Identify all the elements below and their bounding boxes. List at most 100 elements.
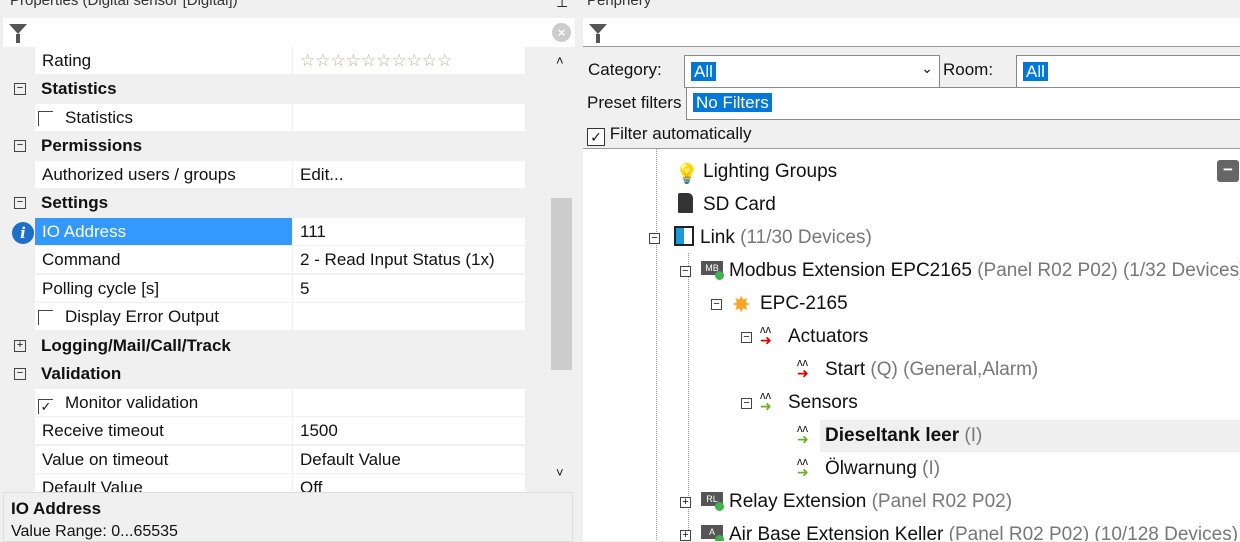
polling-value[interactable]: 5 [293, 275, 525, 302]
command-value[interactable]: 2 - Read Input Status (1x) [293, 246, 525, 273]
expand-icon[interactable]: + [680, 530, 691, 541]
default-value-value[interactable]: Off [293, 474, 525, 492]
category-select[interactable]: All ⌄ [684, 55, 940, 88]
display-error-checkbox[interactable] [38, 310, 53, 325]
polling-label: Polling cycle [s] [35, 275, 292, 302]
room-label: Room: [943, 60, 994, 79]
category-permissions[interactable]: − Permissions [3, 132, 525, 160]
expand-icon[interactable]: + [680, 497, 691, 508]
device-tree: − 💡 Lighting Groups SD Card − Link (11/30 … [583, 148, 1240, 541]
row-monitor[interactable]: ✓ Monitor validation [3, 389, 525, 417]
io-address-value[interactable]: 111 [293, 218, 525, 245]
rating-stars[interactable]: ☆☆☆☆☆☆☆☆☆☆ [293, 47, 525, 74]
actuator-icon: ᴧᴧ ➜ [797, 357, 809, 381]
tree-item-modbus-extension[interactable]: − MB Modbus Extension EPC2165 (Panel R02 P… [680, 255, 1240, 287]
filter-icon [9, 24, 27, 43]
tree-item-oelwarnung[interactable]: ᴧᴧ ➜ Ölwarnung (I) [797, 453, 940, 485]
actuator-icon: ᴧᴧ ➜ [760, 324, 772, 348]
tree-item-sensors[interactable]: −ᴧᴧ ➜ Sensors [741, 387, 858, 419]
receive-label: Receive timeout [35, 417, 292, 444]
properties-title: Properties (Digital sensor [Digital]) [10, 0, 238, 9]
tree-item-sd-card[interactable]: SD Card [675, 189, 776, 221]
row-authorized[interactable]: Authorized users / groups Edit... [3, 161, 525, 189]
default-value-label: Default Value [35, 474, 292, 492]
category-settings[interactable]: − Settings [3, 189, 525, 217]
collapse-icon[interactable]: − [14, 197, 26, 209]
row-io-address[interactable]: i IO Address 111 [3, 218, 525, 246]
command-label: Command [35, 246, 292, 273]
category-statistics[interactable]: − Statistics [3, 75, 525, 103]
category-label: Category: [588, 60, 662, 79]
clear-filter-icon[interactable]: × [552, 23, 571, 42]
tree-item-lighting-groups[interactable]: 💡 Lighting Groups [675, 156, 837, 188]
collapse-icon[interactable]: − [649, 233, 660, 244]
sd-card-icon [675, 193, 697, 213]
authorized-label: Authorized users / groups [35, 161, 292, 188]
tree-item-epc-2165[interactable]: − ✸ EPC-2165 [711, 288, 848, 320]
tree-item-start[interactable]: ᴧᴧ ➜ Start (Q) (General,Alarm) [797, 354, 1038, 386]
relay-extension-icon: RL [701, 490, 724, 511]
sensor-icon: ᴧᴧ ➜ [797, 456, 809, 480]
scroll-up-icon[interactable]: ˄ [556, 53, 564, 68]
properties-filter-bar[interactable]: × [3, 18, 575, 47]
sensor-icon: ᴧᴧ ➜ [760, 390, 772, 414]
category-label: Statistics [41, 79, 117, 98]
periphery-filter-bar[interactable] [583, 18, 1240, 47]
property-grid: Rating ☆☆☆☆☆☆☆☆☆☆ − Statistics Statistics … [3, 47, 550, 492]
scrollbar[interactable]: ˄ ˅ [550, 47, 573, 492]
io-address-label: IO Address [35, 218, 292, 245]
statistics-label: Statistics [65, 108, 134, 127]
tree-item-relay-extension[interactable]: + RL Relay Extension (Panel R02 P02) [680, 486, 1012, 518]
scrollbar-thumb[interactable] [551, 198, 572, 370]
bulb-icon: 💡 [675, 164, 699, 185]
device-gear-icon: ✸ [732, 292, 751, 317]
expand-icon[interactable]: + [14, 340, 26, 352]
category-label: Validation [41, 364, 122, 383]
collapse-icon[interactable]: − [14, 368, 26, 380]
tree-item-dieseltank-leer[interactable]: ᴧᴧ ➜ Dieseltank leer (I) [797, 420, 982, 452]
chevron-down-icon: ⌄ [921, 60, 933, 76]
scroll-down-icon[interactable]: ˅ [556, 465, 564, 480]
collapse-icon[interactable]: − [741, 398, 752, 409]
row-statistics[interactable]: Statistics [3, 104, 525, 132]
row-command[interactable]: Command 2 - Read Input Status (1x) [3, 246, 525, 274]
statistics-checkbox[interactable] [38, 111, 53, 126]
category-label: Logging/Mail/Call/Track [41, 336, 231, 355]
row-value-timeout[interactable]: Value on timeout Default Value [3, 446, 525, 474]
preset-value: No Filters [693, 93, 772, 112]
periphery-title: Periphery [587, 0, 652, 9]
row-polling[interactable]: Polling cycle [s] 5 [3, 275, 525, 303]
collapse-all-button[interactable]: − [1217, 160, 1239, 182]
row-rating[interactable]: Rating ☆☆☆☆☆☆☆☆☆☆ [3, 47, 525, 75]
row-display-error[interactable]: Display Error Output [3, 303, 525, 331]
filter-auto-checkbox[interactable]: ✓ Filter automatically [587, 124, 751, 146]
tree-item-air-base-extension[interactable]: + A Air Base Extension Keller (Panel R02 P… [680, 519, 1238, 541]
monitor-checkbox[interactable]: ✓ [38, 399, 53, 414]
monitor-label: Monitor validation [65, 393, 199, 412]
room-select[interactable]: All [1016, 55, 1240, 88]
check-icon: ✓ [587, 128, 605, 146]
receive-value[interactable]: 1500 [293, 417, 525, 444]
room-value: All [1023, 62, 1048, 81]
collapse-icon[interactable]: − [711, 299, 722, 310]
authorized-edit[interactable]: Edit... [293, 161, 525, 188]
row-receive-timeout[interactable]: Receive timeout 1500 [3, 417, 525, 445]
collapse-icon[interactable]: − [14, 140, 26, 152]
category-logging[interactable]: + Logging/Mail/Call/Track [3, 332, 525, 360]
pin-icon[interactable]: ⊥ [556, 0, 568, 11]
description-title: IO Address [11, 499, 102, 518]
tree-item-actuators[interactable]: −ᴧᴧ ➜ Actuators [741, 321, 868, 353]
description-panel: IO Address Value Range: 0...65535 [3, 492, 573, 542]
rating-label: Rating [35, 47, 292, 74]
preset-select[interactable]: No Filters [686, 87, 1240, 120]
preset-label: Preset filters [587, 93, 682, 112]
category-validation[interactable]: − Validation [3, 360, 525, 388]
collapse-icon[interactable]: − [680, 266, 691, 277]
splitter[interactable] [575, 0, 583, 541]
filter-icon [589, 24, 607, 43]
collapse-icon[interactable]: − [14, 83, 26, 95]
collapse-icon[interactable]: − [741, 332, 752, 343]
value-timeout-value[interactable]: Default Value [293, 446, 525, 473]
tree-item-link[interactable]: − Link (11/30 Devices) [649, 222, 872, 254]
row-default-value[interactable]: Default Value Off [3, 474, 525, 492]
